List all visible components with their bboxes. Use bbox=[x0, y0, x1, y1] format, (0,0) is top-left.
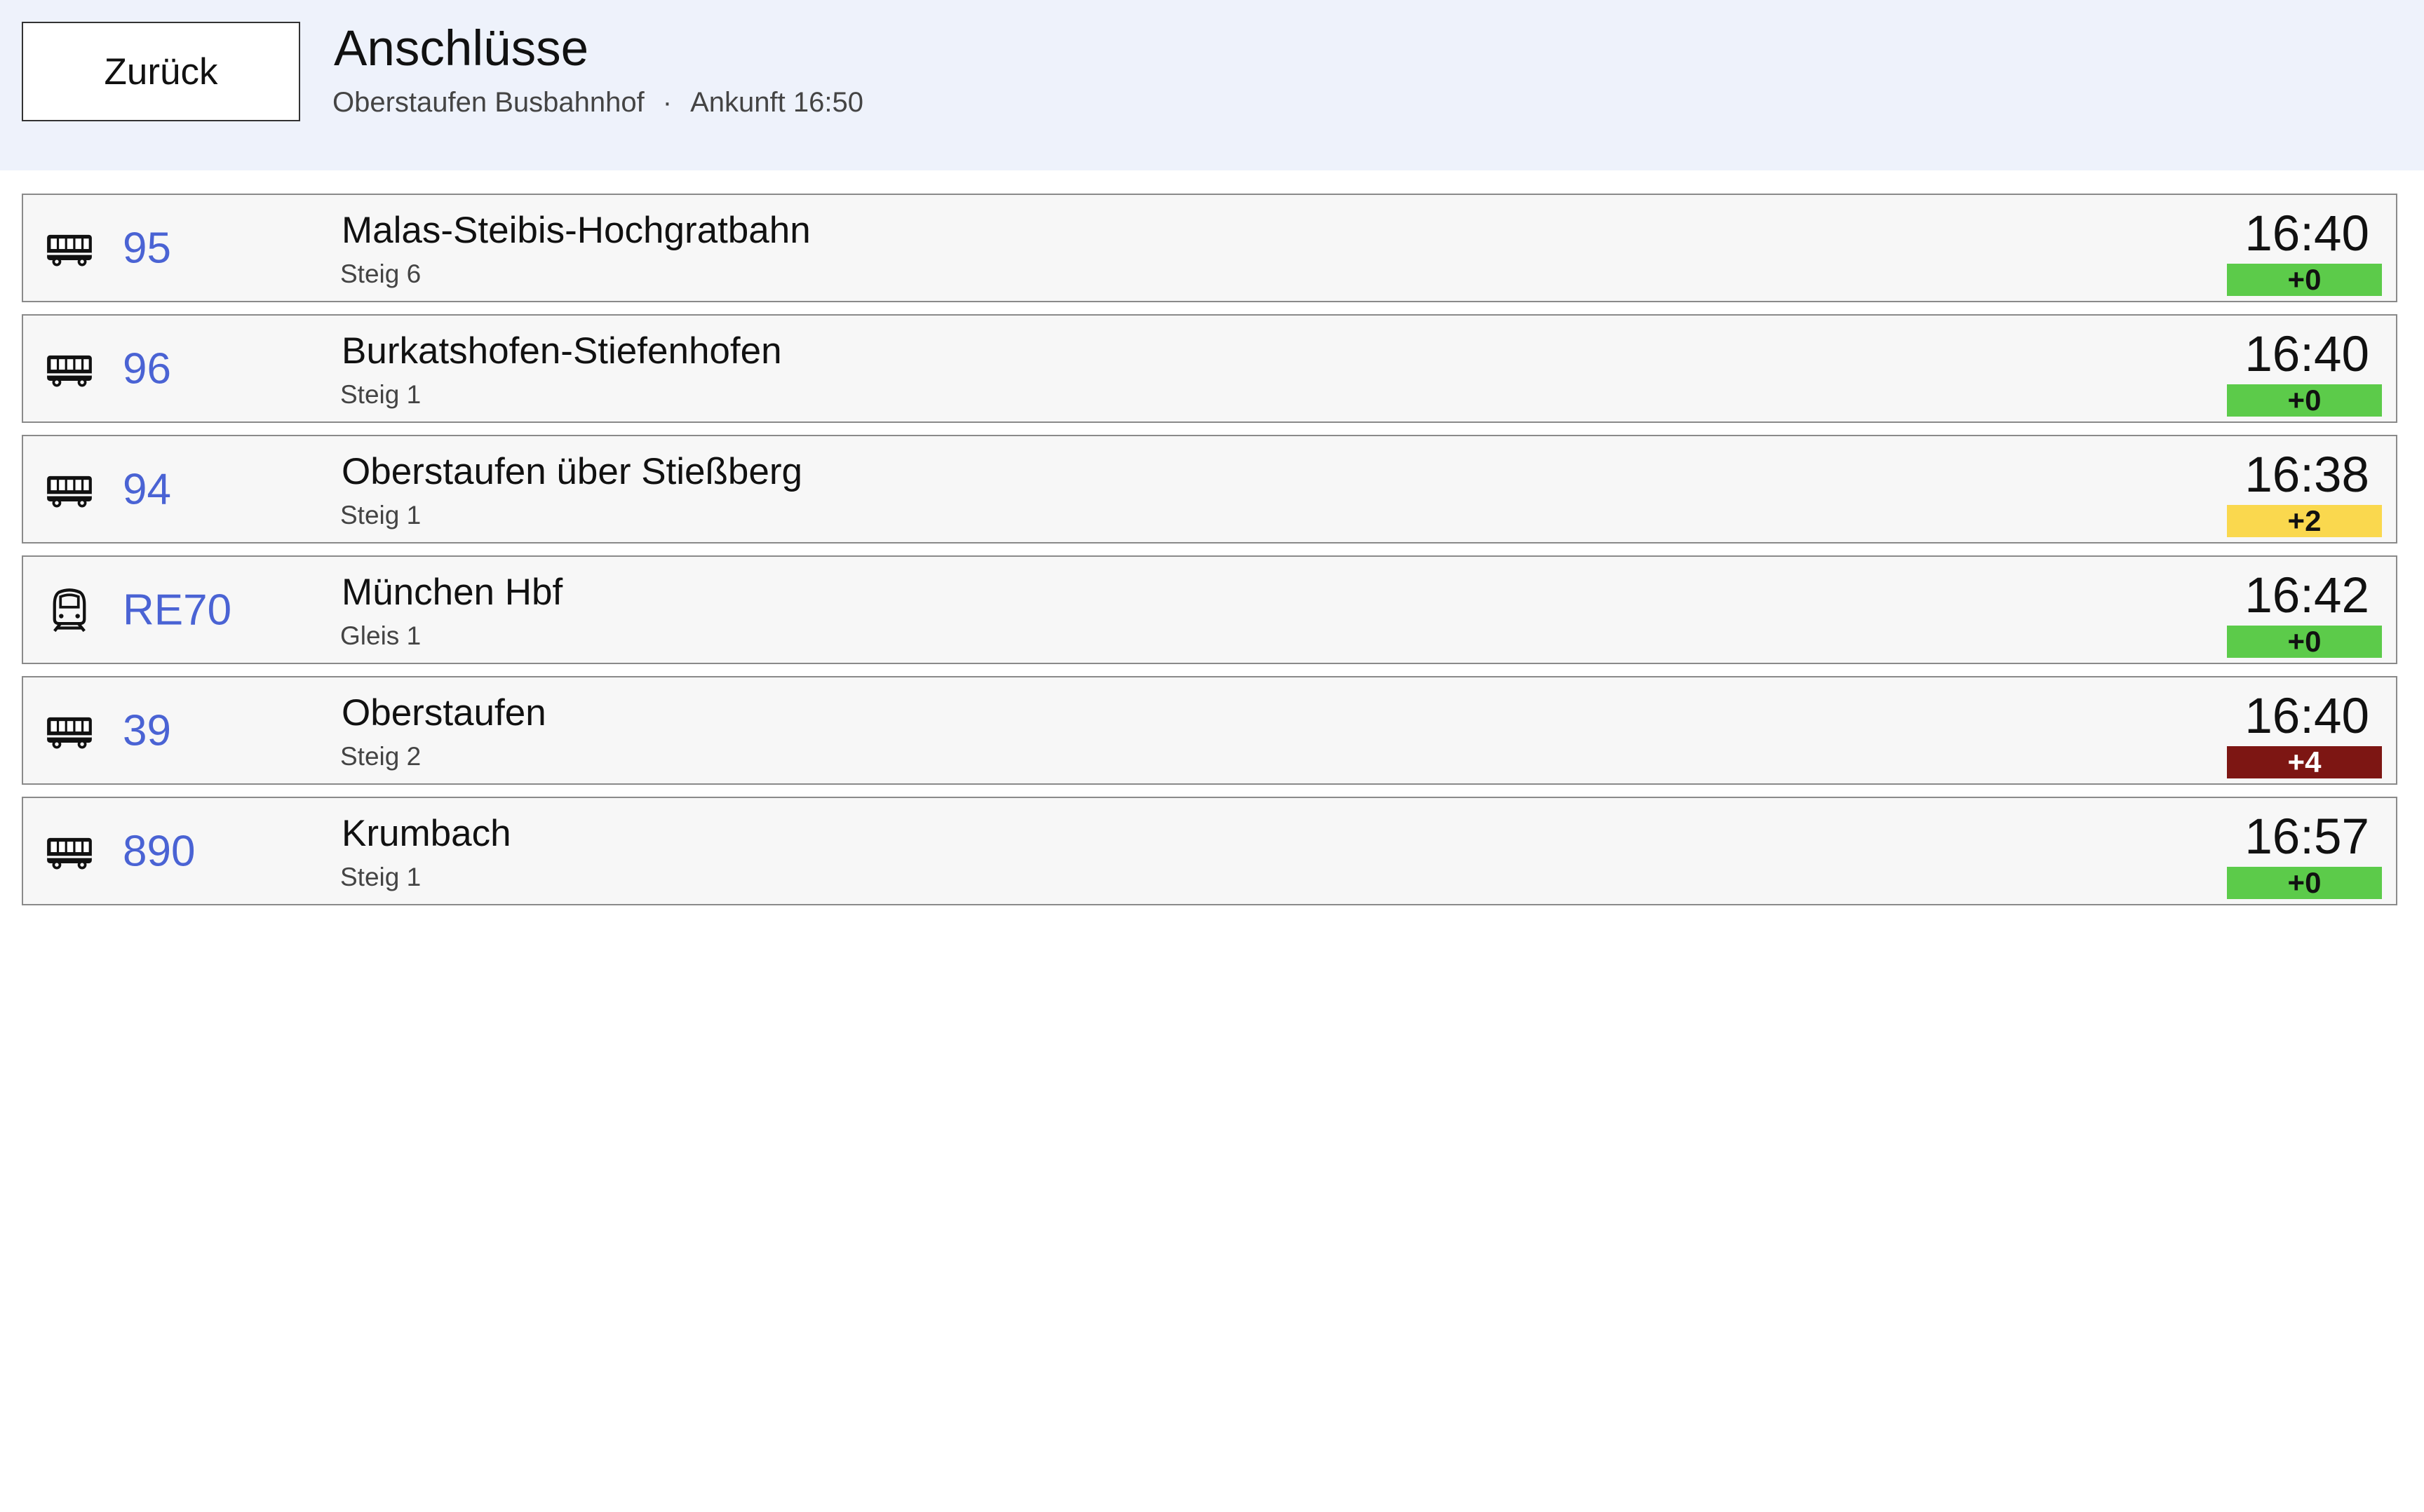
delay-badge: +4 bbox=[2227, 746, 2382, 778]
line-number: 95 bbox=[123, 224, 171, 272]
departure-time: 16:57 bbox=[2244, 809, 2369, 865]
station-name: Oberstaufen Busbahnhof bbox=[332, 87, 645, 118]
delay-badge: +0 bbox=[2227, 384, 2382, 417]
subtitle: Oberstaufen Busbahnhof · Ankunft 16:50 bbox=[332, 83, 863, 122]
connection-row[interactable]: 39 Oberstaufen Steig 2 16:40 +4 bbox=[22, 676, 2397, 785]
destination: Malas-Steibis-Hochgratbahn bbox=[342, 210, 811, 251]
line-number: 39 bbox=[123, 706, 171, 755]
platform: Steig 2 bbox=[340, 742, 422, 771]
train-icon bbox=[46, 586, 93, 634]
destination: München Hbf bbox=[342, 572, 563, 613]
back-button[interactable]: Zurück bbox=[22, 22, 300, 121]
page-title: Anschlüsse bbox=[334, 21, 589, 76]
connection-row[interactable]: 96 Burkatshofen-Stiefenhofen Steig 1 16:… bbox=[22, 314, 2397, 423]
departure-time: 16:42 bbox=[2244, 568, 2369, 623]
departure-time: 16:40 bbox=[2244, 689, 2369, 744]
separator: · bbox=[662, 87, 673, 118]
departure-time: 16:40 bbox=[2244, 327, 2369, 382]
platform: Steig 1 bbox=[340, 501, 422, 529]
bus-icon bbox=[46, 707, 93, 755]
connections-list: 95 Malas-Steibis-Hochgratbahn Steig 6 16… bbox=[22, 194, 2397, 917]
delay-badge: +0 bbox=[2227, 264, 2382, 296]
connection-row[interactable]: 890 Krumbach Steig 1 16:57 +0 bbox=[22, 797, 2397, 905]
delay-badge: +0 bbox=[2227, 626, 2382, 658]
platform: Steig 1 bbox=[340, 380, 422, 409]
bus-icon bbox=[46, 224, 93, 272]
line-number: 96 bbox=[123, 344, 171, 393]
line-number: RE70 bbox=[123, 586, 232, 634]
destination: Oberstaufen über Stießberg bbox=[342, 451, 802, 492]
connection-row[interactable]: 95 Malas-Steibis-Hochgratbahn Steig 6 16… bbox=[22, 194, 2397, 302]
bus-icon bbox=[46, 466, 93, 513]
connection-row[interactable]: 94 Oberstaufen über Stießberg Steig 1 16… bbox=[22, 435, 2397, 544]
connection-row[interactable]: RE70 München Hbf Gleis 1 16:42 +0 bbox=[22, 555, 2397, 664]
platform: Gleis 1 bbox=[340, 621, 422, 650]
arrival-time: Ankunft 16:50 bbox=[690, 87, 863, 118]
destination: Oberstaufen bbox=[342, 692, 546, 734]
bus-icon bbox=[46, 828, 93, 875]
departure-time: 16:38 bbox=[2244, 447, 2369, 503]
destination: Krumbach bbox=[342, 813, 511, 854]
platform: Steig 1 bbox=[340, 863, 422, 891]
line-number: 890 bbox=[123, 827, 196, 875]
departure-time: 16:40 bbox=[2244, 206, 2369, 262]
bus-icon bbox=[46, 345, 93, 393]
platform: Steig 6 bbox=[340, 259, 422, 288]
delay-badge: +2 bbox=[2227, 505, 2382, 537]
line-number: 94 bbox=[123, 465, 171, 513]
header: Zurück Anschlüsse Oberstaufen Busbahnhof… bbox=[0, 0, 2424, 170]
destination: Burkatshofen-Stiefenhofen bbox=[342, 330, 782, 372]
delay-badge: +0 bbox=[2227, 867, 2382, 899]
